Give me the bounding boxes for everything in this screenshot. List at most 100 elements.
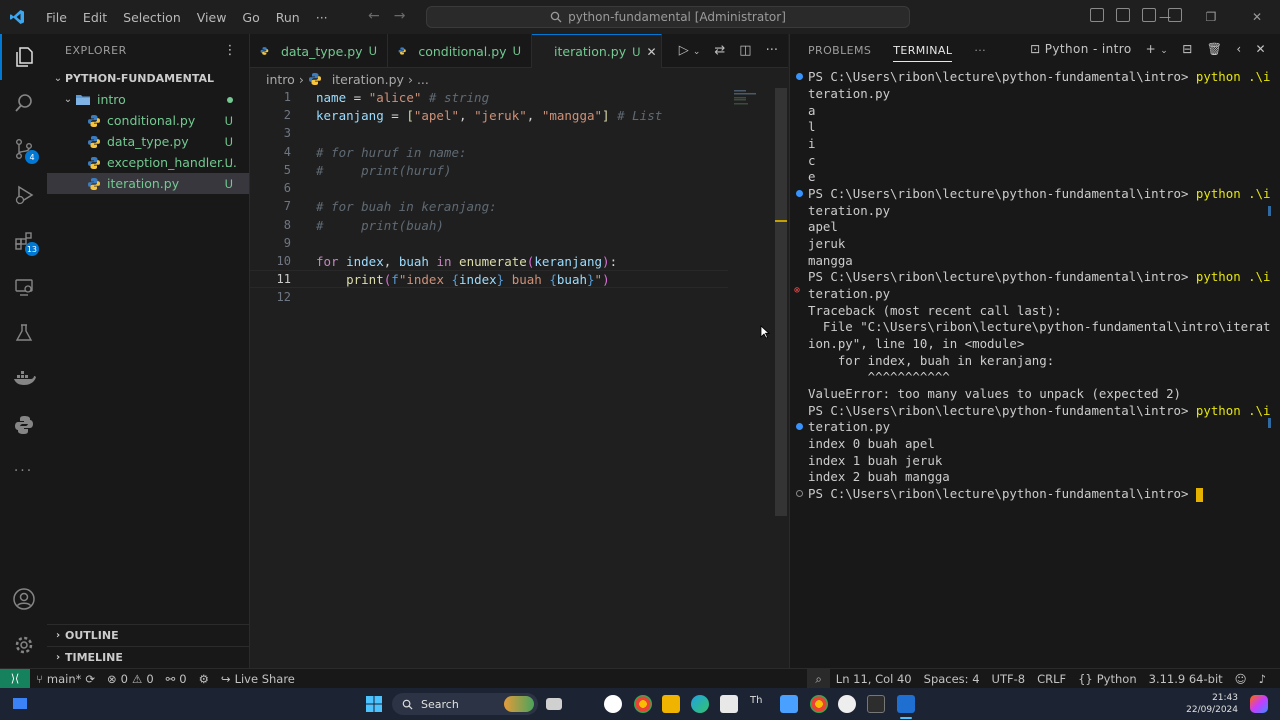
split-editor-icon[interactable]: ◫ [739,43,751,58]
system-clock[interactable]: 21:43 22/09/2024 [1186,692,1238,716]
problems-indicator[interactable]: ⊗ 0 ⚠ 0 [101,672,160,686]
tab-iteration[interactable]: iteration.py U ✕ [532,34,662,68]
terminal-line: teration.py [808,286,891,301]
chrome-icon[interactable] [810,695,828,713]
windows-start-icon[interactable] [366,696,382,712]
tab-problems[interactable]: PROBLEMS [808,44,871,57]
desktop-app-icon[interactable] [12,696,28,712]
taskbar-search[interactable]: Search [392,693,538,715]
ports-indicator[interactable]: ⚯ 0 [160,672,193,686]
menu-run[interactable]: Run [268,10,308,25]
tab-terminal[interactable]: TERMINAL [893,44,953,62]
run-python-icon[interactable]: ▷ ⌄ [679,43,701,58]
breadcrumb-file[interactable]: iteration.py [332,72,404,87]
python-interpreter[interactable]: 3.11.9 64-bit [1143,672,1229,686]
app-icon[interactable] [604,695,622,713]
restore-icon[interactable]: ❐ [1188,10,1234,24]
ports-icon: ⚯ [165,671,176,686]
language-mode[interactable]: {} Python [1072,672,1143,686]
panel-chevron-left-icon[interactable]: ‹ [1236,42,1241,56]
activity-bar: 4 13 ··· [0,34,47,668]
remote-explorer-icon[interactable] [0,264,47,310]
outline-section[interactable]: › OUTLINE [47,624,250,646]
indentation[interactable]: Spaces: 4 [918,672,986,686]
compare-changes-icon[interactable]: ⇄ [714,43,725,58]
toggle-primary-sidebar-icon[interactable] [1090,8,1104,22]
encoding[interactable]: UTF-8 [986,672,1032,686]
extensions-icon[interactable]: 13 [0,218,47,264]
toggle-panel-icon[interactable] [1116,8,1130,22]
obs-icon[interactable] [838,695,856,713]
terminal-instance[interactable]: ⊡ Python - intro [1030,42,1132,56]
terminal-app-icon[interactable] [867,695,885,713]
explorer-more-icon[interactable]: ⋮ [224,43,238,58]
panel-more-icon[interactable]: ··· [974,44,986,57]
search-view-icon[interactable] [0,80,47,126]
command-center[interactable]: python-fundamental [Administrator] [426,6,910,28]
vscode-taskbar-icon[interactable] [897,695,915,713]
testing-icon[interactable] [0,310,47,356]
close-window-icon[interactable]: ✕ [1234,10,1280,24]
cursor-position[interactable]: Ln 11, Col 40 [830,672,918,686]
menu-more[interactable]: ··· [308,10,336,25]
menu-selection[interactable]: Selection [115,10,189,25]
editor-scrollbar[interactable] [775,88,787,516]
close-panel-icon[interactable]: ✕ [1256,42,1266,56]
git-branch[interactable]: ⑂ main* ⟳ [30,672,101,686]
code-line: 10 for index, buah in enumerate(keranjan… [250,252,728,270]
zoom-icon[interactable]: ⌕ [807,669,830,689]
split-terminal-icon[interactable]: ⊟ [1182,42,1192,56]
tab-data-type[interactable]: data_type.py U [250,34,388,68]
source-control-icon[interactable]: 4 [0,126,47,172]
breadcrumb-symbol[interactable]: ... [417,72,429,87]
app-icon[interactable] [780,695,798,713]
file-conditional[interactable]: conditional.py U [47,110,249,131]
project-root[interactable]: ⌄ PYTHON-FUNDAMENTAL [47,68,249,89]
code-editor[interactable]: 1 name = "alice" # string 2 keranjang = … [250,88,788,668]
folder-intro[interactable]: ⌄ intro [47,89,249,110]
accounts-icon[interactable] [0,576,47,622]
python-icon[interactable] [0,402,47,448]
editor-more-icon[interactable]: ··· [766,43,778,58]
copilot-taskbar-icon[interactable] [1250,695,1268,713]
kill-terminal-icon[interactable]: 🗑 [1207,42,1223,56]
timeline-section[interactable]: › TIMELINE [47,646,250,668]
status-bar: ⟩⟨ ⑂ main* ⟳ ⊗ 0 ⚠ 0 ⚯ 0 ⚙ ↪ Live Share ⌕ L… [0,668,1280,689]
minimize-icon[interactable]: — [1142,10,1188,24]
notifications-bell-icon[interactable]: ♪ [1253,672,1272,686]
live-share-button[interactable]: ↪ Live Share [215,672,301,686]
mouse-cursor-icon [760,325,770,339]
file-data-type[interactable]: data_type.py U [47,131,249,152]
new-terminal-icon[interactable]: + ⌄ [1146,42,1169,56]
file-explorer-icon[interactable] [662,695,680,713]
debug-launch-icon[interactable]: ⚙ [193,672,215,686]
file-iteration[interactable]: iteration.py U [47,173,249,194]
menu-edit[interactable]: Edit [75,10,115,25]
line-ending[interactable]: CRLF [1031,672,1072,686]
app-icon[interactable]: Th [750,695,768,713]
sync-icon[interactable]: ⟳ [85,672,95,686]
code-text: print(f"index {index} buah {buah}") [346,271,610,287]
close-tab-icon[interactable]: ✕ [647,45,657,59]
copilot-icon[interactable]: ☺ [1229,672,1253,686]
docker-icon[interactable] [0,356,47,402]
breadcrumb-folder[interactable]: intro [266,72,295,87]
tab-conditional[interactable]: conditional.py U [388,34,532,68]
file-exception-handler[interactable]: exception_handler.... U [47,152,249,173]
back-arrow-icon[interactable]: ← [368,8,380,24]
task-view-icon[interactable] [546,698,562,710]
menu-view[interactable]: View [189,10,235,25]
menu-file[interactable]: File [38,10,75,25]
store-icon[interactable] [720,695,738,713]
edge-icon[interactable] [691,695,709,713]
forward-arrow-icon[interactable]: → [394,8,406,24]
explorer-icon[interactable] [0,34,47,80]
minimap[interactable] [730,88,766,128]
terminal-panel: PROBLEMS TERMINAL ··· ⊡ Python - intro +… [789,34,1280,668]
run-debug-icon[interactable] [0,172,47,218]
more-views-icon[interactable]: ··· [0,448,47,494]
chrome-icon[interactable] [634,695,652,713]
menu-go[interactable]: Go [234,10,267,25]
manage-gear-icon[interactable] [0,622,47,668]
remote-indicator-icon[interactable]: ⟩⟨ [0,668,30,689]
